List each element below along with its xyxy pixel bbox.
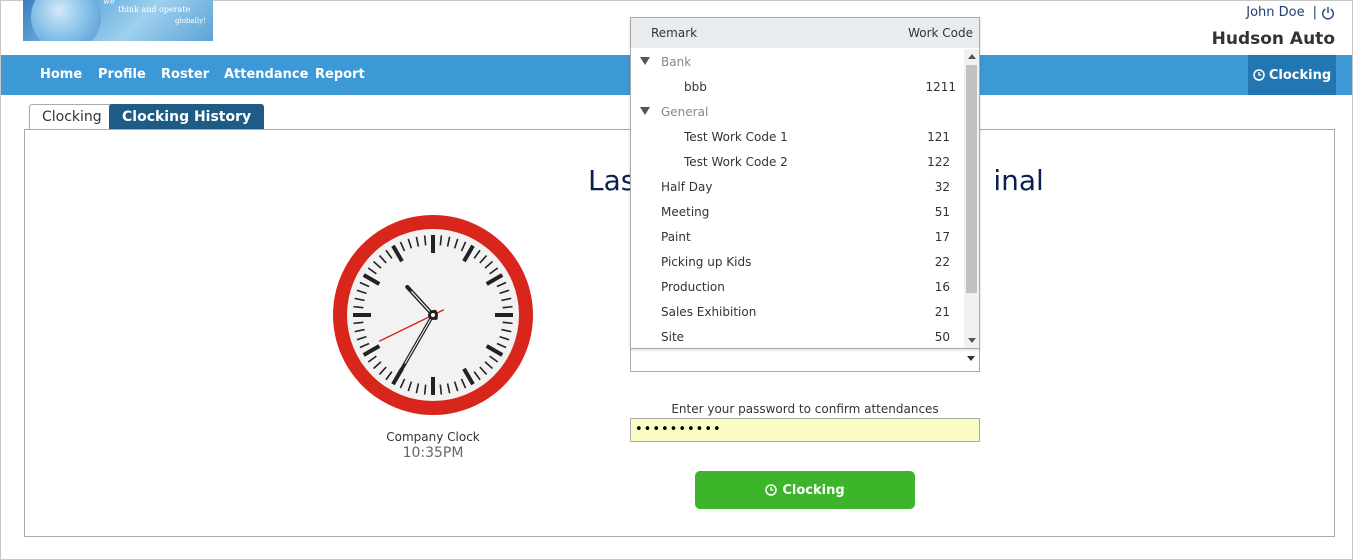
dropdown-group-row[interactable]: General (631, 99, 964, 124)
password-label: Enter your password to confirm attendanc… (671, 402, 939, 416)
logo-tagline-we: we (103, 0, 115, 6)
option-work-code: 17 (934, 230, 950, 244)
dropdown-option-row[interactable]: Test Work Code 1 121 (631, 124, 964, 149)
user-menu: John Doe | (1246, 5, 1335, 20)
option-remark: Bank (661, 55, 692, 69)
clock-icon (1253, 69, 1265, 81)
clock-minute-tick (423, 384, 427, 395)
scroll-up-icon[interactable] (968, 54, 976, 59)
work-code-dropdown: Remark Work Code Bank bbb 1211 General Test … (630, 17, 980, 349)
logo-tagline-2: globally! (175, 17, 206, 25)
clock-icon (765, 484, 778, 496)
nav-item-home[interactable]: Home (40, 55, 82, 95)
dropdown-option-row[interactable]: Meeting 51 (631, 199, 964, 224)
option-remark: Paint (661, 230, 691, 244)
dropdown-option-row[interactable]: bbb 1211 (631, 74, 964, 99)
power-icon[interactable] (1321, 6, 1335, 20)
nav-item-profile[interactable]: Profile (98, 55, 146, 95)
nav-item-attendance[interactable]: Attendance (224, 55, 308, 95)
clock-minute-tick (502, 305, 513, 309)
clock-minute-tick (353, 321, 364, 325)
option-work-code: 22 (934, 255, 950, 269)
globe-graphic (31, 0, 101, 41)
clock-minute-tick (439, 384, 443, 395)
option-work-code: 32 (934, 180, 950, 194)
option-work-code: 51 (934, 205, 950, 219)
clock-center-dot (431, 313, 435, 317)
option-work-code: 50 (934, 330, 950, 344)
expand-triangle-icon[interactable] (640, 57, 650, 65)
clock-minute-tick (502, 321, 513, 325)
scroll-thumb[interactable] (966, 65, 977, 293)
option-remark: General (661, 105, 709, 119)
option-work-code: 121 (927, 130, 950, 144)
user-name-link[interactable]: John Doe (1246, 5, 1304, 20)
option-remark: Site (661, 330, 685, 344)
option-remark: Test Work Code 2 (684, 155, 788, 169)
option-remark: Picking up Kids (661, 255, 752, 269)
option-remark: bbb (684, 80, 707, 94)
dropdown-option-row[interactable]: Production 16 (631, 274, 964, 299)
password-input[interactable]: •••••••••• (630, 418, 980, 442)
clock-minute-tick (353, 305, 364, 309)
option-work-code: 21 (934, 305, 950, 319)
clock-minute-tick (439, 235, 443, 246)
clock-time: 10:35PM (402, 445, 464, 461)
dropdown-option-row[interactable]: Test Work Code 2 122 (631, 149, 964, 174)
expand-triangle-icon[interactable] (640, 107, 650, 115)
logo-tagline-1: think and operate (118, 5, 191, 14)
header-remark: Remark (651, 26, 698, 40)
dropdown-option-row[interactable]: Sales Exhibition 21 (631, 299, 964, 324)
option-work-code: 122 (927, 155, 950, 169)
option-work-code: 16 (934, 280, 950, 294)
header-work-code: Work Code (908, 26, 973, 40)
nav-clocking-button[interactable]: Clocking (1248, 55, 1336, 95)
option-remark: Sales Exhibition (661, 305, 757, 319)
clocking-button-label: Clocking (782, 482, 845, 498)
option-remark: Test Work Code 1 (684, 130, 788, 144)
option-remark: Production (661, 280, 725, 294)
company-name: Hudson Auto (1211, 29, 1335, 49)
dropdown-option-row[interactable]: Half Day 32 (631, 174, 964, 199)
clock-label: Company Clock (386, 430, 480, 444)
option-work-code: 1211 (925, 80, 956, 94)
clocking-button[interactable]: Clocking (695, 471, 915, 509)
option-remark: Half Day (661, 180, 713, 194)
work-code-select[interactable] (630, 348, 980, 372)
dropdown-option-row[interactable]: Paint 17 (631, 224, 964, 249)
dropdown-group-row[interactable]: Bank (631, 49, 964, 74)
tab-clocking-history[interactable]: Clocking History (109, 104, 265, 130)
company-logo: we think and operate globally! (23, 0, 213, 41)
user-separator: | (1312, 5, 1317, 20)
chevron-down-icon[interactable] (967, 356, 975, 361)
option-remark: Meeting (661, 205, 710, 219)
dropdown-scrollbar[interactable] (964, 49, 979, 348)
tab-clocking[interactable]: Clocking (29, 104, 115, 130)
dropdown-option-row[interactable]: Picking up Kids 22 (631, 249, 964, 274)
company-clock (333, 215, 533, 415)
heading-left: Las (588, 164, 636, 197)
heading-right: inal (993, 164, 1044, 197)
dropdown-option-row[interactable]: Site 50 (631, 324, 964, 348)
clock-minute-tick (423, 235, 427, 246)
scroll-down-icon[interactable] (968, 338, 976, 343)
nav-item-roster[interactable]: Roster (161, 55, 209, 95)
nav-item-report[interactable]: Report (315, 55, 365, 95)
dropdown-header: Remark Work Code (631, 18, 979, 48)
nav-clocking-label: Clocking (1268, 67, 1332, 83)
